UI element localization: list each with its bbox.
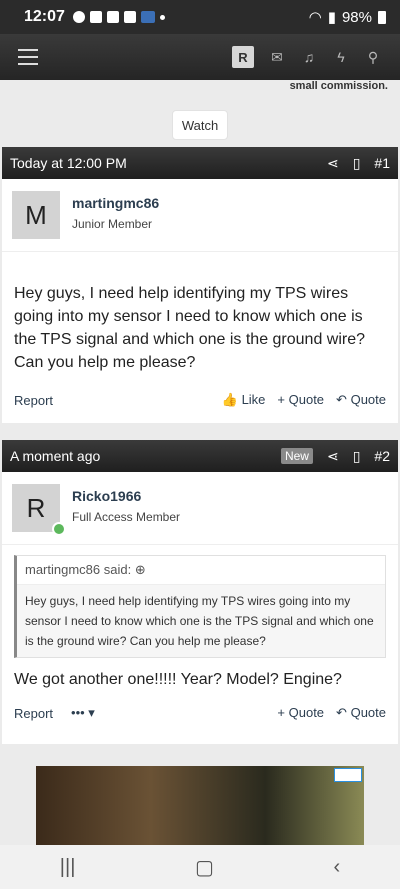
back-button[interactable]: ‹ xyxy=(334,856,341,879)
post-timestamp[interactable]: A moment ago xyxy=(10,448,100,464)
post-number[interactable]: #2 xyxy=(374,448,390,464)
post-author: M martingmc86 Junior Member xyxy=(2,179,398,252)
bell-icon[interactable]: ♫ xyxy=(300,49,318,65)
post-message: Hey guys, I need help identifying my TPS… xyxy=(14,285,366,371)
post-2: A moment ago New ⋖ ▯ #2 R Ricko1966 Full… xyxy=(2,440,398,744)
hamburger-icon[interactable] xyxy=(18,49,38,65)
reply-icon: ↶ xyxy=(336,392,347,407)
post-message: We got another one!!!!! Year? Model? Eng… xyxy=(14,671,342,688)
post-timestamp[interactable]: Today at 12:00 PM xyxy=(10,155,127,171)
quote-author-label: martingmc86 said: xyxy=(25,562,132,577)
like-label: Like xyxy=(241,392,266,407)
commission-note: small commission. xyxy=(289,80,388,92)
post-number[interactable]: #1 xyxy=(374,155,390,171)
reply-icon: ↶ xyxy=(336,705,347,720)
system-nav-bar: ||| ▢ ‹ xyxy=(0,845,400,889)
new-badge: New xyxy=(280,448,313,464)
report-link[interactable]: Report xyxy=(14,706,53,721)
post-1: Today at 12:00 PM ⋖ ▯ #1 M martingmc86 J… xyxy=(2,147,398,423)
app-icon xyxy=(123,11,136,23)
quote-text: Hey guys, I need help identifying my TPS… xyxy=(17,585,385,657)
search-icon[interactable]: ⚲ xyxy=(364,49,382,66)
more-dot-icon xyxy=(159,14,165,20)
arrow-up-icon[interactable]: ⊕ xyxy=(135,562,146,577)
home-button[interactable]: ▢ xyxy=(195,855,214,880)
quote-button[interactable]: ↶ Quote xyxy=(336,392,386,408)
share-icon[interactable]: ⋖ xyxy=(327,448,339,465)
author-name[interactable]: Ricko1966 xyxy=(72,488,180,504)
post-header: A moment ago New ⋖ ▯ #2 xyxy=(2,440,398,472)
bookmark-icon[interactable]: ▯ xyxy=(353,155,361,172)
post-actions: Report 👍 Like + Quote ↶ Quote xyxy=(2,392,398,408)
avatar-letter: R xyxy=(26,492,46,523)
quote-button[interactable]: ↶ Quote xyxy=(336,705,386,721)
avatar[interactable]: M xyxy=(12,191,60,239)
app-navbar: R ✉ ♫ ϟ ⚲ xyxy=(0,34,400,80)
author-title: Full Access Member xyxy=(72,510,181,524)
online-status-icon xyxy=(52,522,66,536)
bolt-icon[interactable]: ϟ xyxy=(332,49,350,65)
recent-apps-button[interactable]: ||| xyxy=(60,856,76,879)
mail-icon[interactable]: ✉ xyxy=(268,49,286,66)
status-bar: 12:07 ◠ ▮ 98% xyxy=(0,0,400,34)
quote-label: Quote xyxy=(350,392,386,407)
more-menu-button[interactable]: ••• ▾ xyxy=(71,705,95,721)
clock: 12:07 xyxy=(24,8,65,25)
like-button[interactable]: 👍 Like xyxy=(222,392,266,408)
bag-icon-2 xyxy=(106,11,119,23)
author-title: Junior Member xyxy=(72,217,153,231)
avatar[interactable]: R xyxy=(12,484,66,536)
watch-button[interactable]: Watch xyxy=(172,110,228,140)
bag-icon xyxy=(89,11,102,23)
post-actions: Report ••• ▾ + Quote ↶ Quote xyxy=(2,705,398,721)
post-author: R Ricko1966 Full Access Member xyxy=(2,472,398,545)
advertisement[interactable] xyxy=(36,766,364,846)
account-avatar[interactable]: R xyxy=(232,46,254,68)
add-quote-button[interactable]: + Quote xyxy=(277,705,324,721)
chat-icon xyxy=(72,11,85,23)
bookmark-icon[interactable]: ▯ xyxy=(353,448,361,465)
share-icon[interactable]: ⋖ xyxy=(327,155,339,172)
ad-choices-icon[interactable] xyxy=(334,768,362,782)
report-link[interactable]: Report xyxy=(14,393,53,408)
author-name[interactable]: martingmc86 xyxy=(72,195,159,211)
post-header: Today at 12:00 PM ⋖ ▯ #1 xyxy=(2,147,398,179)
app-icon-blue xyxy=(140,11,155,23)
quote-label: Quote xyxy=(350,705,386,720)
wifi-icon: ◠ xyxy=(308,9,322,26)
battery-icon xyxy=(378,10,386,24)
notification-icons xyxy=(72,11,165,23)
quote-block: martingmc86 said: ⊕ Hey guys, I need hel… xyxy=(14,555,386,658)
battery-text: 98% xyxy=(341,8,372,26)
signal-icon: ▮ xyxy=(327,9,336,26)
quote-author[interactable]: martingmc86 said: ⊕ xyxy=(17,556,385,585)
add-quote-button[interactable]: + Quote xyxy=(277,392,324,408)
system-icons: ◠ ▮ 98% xyxy=(309,8,386,26)
thumbs-up-icon: 👍 xyxy=(221,392,238,407)
